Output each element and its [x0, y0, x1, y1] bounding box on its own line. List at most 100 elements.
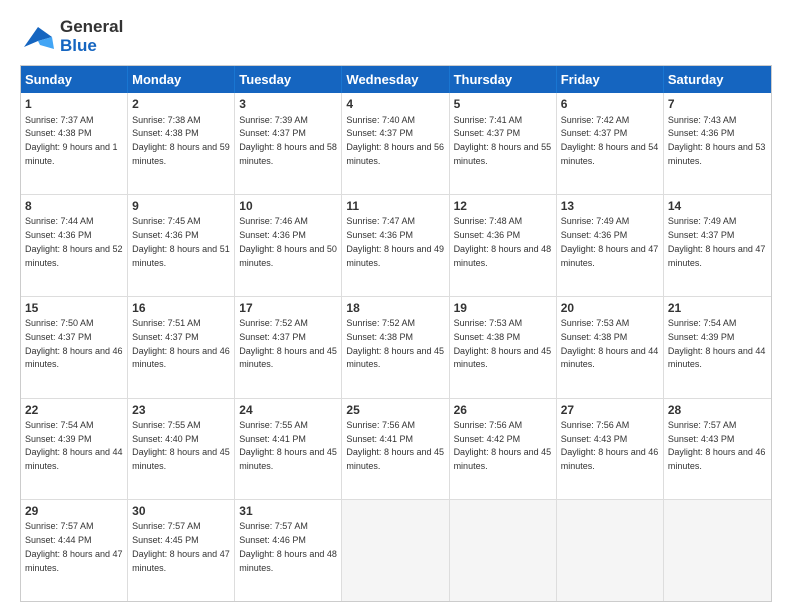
calendar-cell-20: 20Sunrise: 7:53 AMSunset: 4:38 PMDayligh… [557, 297, 664, 398]
sunrise-info: Sunrise: 7:53 AM [454, 318, 523, 328]
sunset-info: Sunset: 4:40 PM [132, 434, 199, 444]
calendar-cell-7: 7Sunrise: 7:43 AMSunset: 4:36 PMDaylight… [664, 93, 771, 194]
calendar-cell-28: 28 Sunrise: 7:57 AM Sunset: 4:43 PM Dayligh… [664, 399, 771, 500]
day-number: 19 [454, 300, 552, 316]
day-number: 18 [346, 300, 444, 316]
sunset-info: Sunset: 4:37 PM [668, 230, 735, 240]
page-header: General Blue [20, 18, 772, 55]
sunrise-info: Sunrise: 7:40 AM [346, 115, 415, 125]
sunset-info: Sunset: 4:41 PM [346, 434, 413, 444]
logo-general: General [60, 17, 123, 36]
calendar-cell-31: 31Sunrise: 7:57 AMSunset: 4:46 PMDayligh… [235, 500, 342, 601]
weekday-header-sunday: Sunday [21, 66, 128, 93]
calendar-body: 1Sunrise: 7:37 AMSunset: 4:38 PMDaylight… [21, 93, 771, 601]
sunset-info: Sunset: 4:39 PM [668, 332, 735, 342]
sunset-info: Sunset: 4:37 PM [346, 128, 413, 138]
daylight-info: Daylight: 8 hours and 45 minutes. [346, 447, 444, 471]
sunrise-info: Sunrise: 7:42 AM [561, 115, 630, 125]
day-number: 15 [25, 300, 123, 316]
calendar-cell-1: 1Sunrise: 7:37 AMSunset: 4:38 PMDaylight… [21, 93, 128, 194]
day-number: 21 [668, 300, 767, 316]
calendar-row-2: 8Sunrise: 7:44 AMSunset: 4:36 PMDaylight… [21, 194, 771, 296]
day-number: 22 [25, 402, 123, 418]
daylight-info: Daylight: 8 hours and 46 minutes. [132, 346, 230, 370]
sunset-info: Sunset: 4:46 PM [239, 535, 306, 545]
daylight-info: Daylight: 8 hours and 45 minutes. [239, 447, 337, 471]
day-number: 17 [239, 300, 337, 316]
daylight-info: Daylight: 8 hours and 47 minutes. [25, 549, 123, 573]
weekday-header-friday: Friday [557, 66, 664, 93]
sunset-info: Sunset: 4:42 PM [454, 434, 521, 444]
sunset-info: Sunset: 4:38 PM [132, 128, 199, 138]
sunset-info: Sunset: 4:43 PM [668, 434, 735, 444]
calendar-cell-21: 21 Sunrise: 7:54 AM Sunset: 4:39 PM Dayligh… [664, 297, 771, 398]
sunrise-info: Sunrise: 7:51 AM [132, 318, 201, 328]
calendar-cell-23: 23Sunrise: 7:55 AMSunset: 4:40 PMDayligh… [128, 399, 235, 500]
sunrise-info: Sunrise: 7:47 AM [346, 216, 415, 226]
sunset-info: Sunset: 4:36 PM [561, 230, 628, 240]
sunset-info: Sunset: 4:44 PM [25, 535, 92, 545]
calendar-cell-27: 27Sunrise: 7:56 AMSunset: 4:43 PMDayligh… [557, 399, 664, 500]
day-number: 4 [346, 96, 444, 112]
sunrise-info: Sunrise: 7:57 AM [668, 420, 737, 430]
calendar-cell-26: 26Sunrise: 7:56 AMSunset: 4:42 PMDayligh… [450, 399, 557, 500]
sunrise-info: Sunrise: 7:57 AM [132, 521, 201, 531]
calendar-row-1: 1Sunrise: 7:37 AMSunset: 4:38 PMDaylight… [21, 93, 771, 194]
sunrise-info: Sunrise: 7:57 AM [25, 521, 94, 531]
weekday-header-saturday: Saturday [664, 66, 771, 93]
sunrise-info: Sunrise: 7:54 AM [668, 318, 737, 328]
calendar-cell-15: 15Sunrise: 7:50 AMSunset: 4:37 PMDayligh… [21, 297, 128, 398]
calendar-cell-30: 30Sunrise: 7:57 AMSunset: 4:45 PMDayligh… [128, 500, 235, 601]
day-number: 25 [346, 402, 444, 418]
calendar-cell-empty-4-5 [557, 500, 664, 601]
day-number: 16 [132, 300, 230, 316]
daylight-info: Daylight: 8 hours and 46 minutes. [668, 447, 766, 471]
sunrise-info: Sunrise: 7:55 AM [132, 420, 201, 430]
day-number: 29 [25, 503, 123, 519]
calendar-cell-25: 25Sunrise: 7:56 AMSunset: 4:41 PMDayligh… [342, 399, 449, 500]
weekday-header-tuesday: Tuesday [235, 66, 342, 93]
day-number: 23 [132, 402, 230, 418]
day-number: 9 [132, 198, 230, 214]
daylight-info: Daylight: 8 hours and 49 minutes. [346, 244, 444, 268]
day-number: 28 [668, 402, 767, 418]
daylight-info: Daylight: 8 hours and 44 minutes. [668, 346, 766, 370]
calendar-cell-2: 2Sunrise: 7:38 AMSunset: 4:38 PMDaylight… [128, 93, 235, 194]
day-number: 5 [454, 96, 552, 112]
sunset-info: Sunset: 4:37 PM [561, 128, 628, 138]
weekday-header-monday: Monday [128, 66, 235, 93]
calendar-row-3: 15Sunrise: 7:50 AMSunset: 4:37 PMDayligh… [21, 296, 771, 398]
calendar-cell-24: 24Sunrise: 7:55 AMSunset: 4:41 PMDayligh… [235, 399, 342, 500]
logo-blue: Blue [60, 36, 97, 55]
daylight-info: Daylight: 8 hours and 51 minutes. [132, 244, 230, 268]
sunrise-info: Sunrise: 7:49 AM [668, 216, 737, 226]
daylight-info: Daylight: 8 hours and 59 minutes. [132, 142, 230, 166]
sunset-info: Sunset: 4:36 PM [25, 230, 92, 240]
calendar-cell-22: 22Sunrise: 7:54 AMSunset: 4:39 PMDayligh… [21, 399, 128, 500]
sunset-info: Sunset: 4:38 PM [561, 332, 628, 342]
calendar-cell-9: 9Sunrise: 7:45 AMSunset: 4:36 PMDaylight… [128, 195, 235, 296]
sunrise-info: Sunrise: 7:49 AM [561, 216, 630, 226]
sunset-info: Sunset: 4:45 PM [132, 535, 199, 545]
calendar-cell-13: 13Sunrise: 7:49 AMSunset: 4:36 PMDayligh… [557, 195, 664, 296]
sunrise-info: Sunrise: 7:46 AM [239, 216, 308, 226]
day-number: 3 [239, 96, 337, 112]
daylight-info: Daylight: 9 hours and 1 minute. [25, 142, 118, 166]
sunrise-info: Sunrise: 7:38 AM [132, 115, 201, 125]
sunrise-info: Sunrise: 7:55 AM [239, 420, 308, 430]
sunrise-info: Sunrise: 7:39 AM [239, 115, 308, 125]
sunrise-info: Sunrise: 7:41 AM [454, 115, 523, 125]
sunrise-info: Sunrise: 7:56 AM [561, 420, 630, 430]
calendar-cell-8: 8Sunrise: 7:44 AMSunset: 4:36 PMDaylight… [21, 195, 128, 296]
calendar-page: General Blue SundayMondayTuesdayWednesda… [0, 0, 792, 612]
day-number: 20 [561, 300, 659, 316]
daylight-info: Daylight: 8 hours and 58 minutes. [239, 142, 337, 166]
daylight-info: Daylight: 8 hours and 55 minutes. [454, 142, 552, 166]
sunset-info: Sunset: 4:38 PM [346, 332, 413, 342]
daylight-info: Daylight: 8 hours and 50 minutes. [239, 244, 337, 268]
daylight-info: Daylight: 8 hours and 47 minutes. [668, 244, 766, 268]
sunset-info: Sunset: 4:37 PM [454, 128, 521, 138]
daylight-info: Daylight: 8 hours and 45 minutes. [454, 346, 552, 370]
day-number: 24 [239, 402, 337, 418]
sunrise-info: Sunrise: 7:50 AM [25, 318, 94, 328]
